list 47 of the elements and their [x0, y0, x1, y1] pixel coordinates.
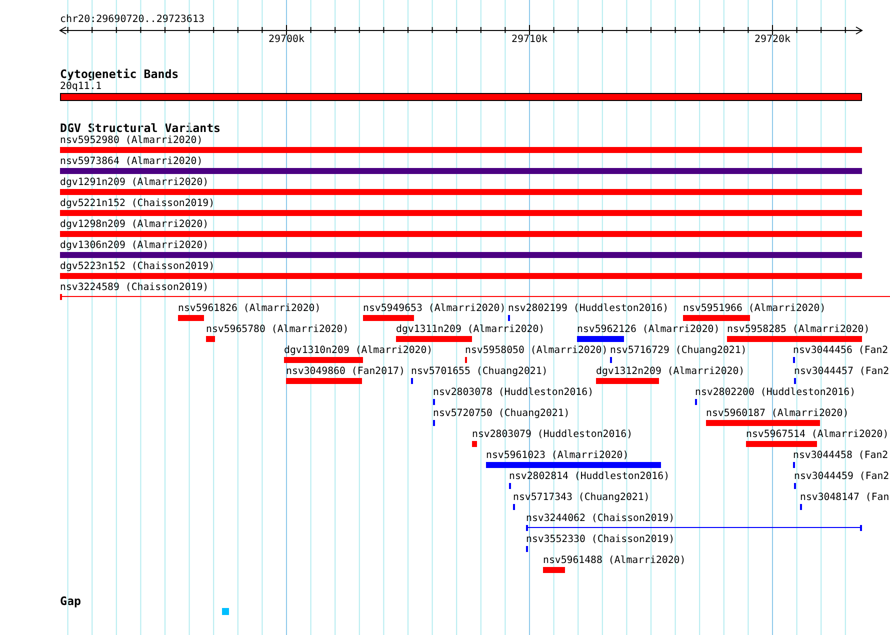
track-title: DGV Structural Variants	[60, 122, 221, 134]
feature-label: nsv3044456 (Fan2	[793, 344, 888, 356]
feature-label: nsv3044458 (Fan2	[793, 450, 888, 460]
feature-label: nsv3224589 (Chaisson2019)	[60, 282, 209, 292]
feature-label: nsv5962126 (Almarri2020)	[577, 324, 720, 334]
feature-label: nsv5958050 (Almarri2020)	[465, 344, 608, 356]
band-label: 20q11.1	[60, 80, 102, 92]
feature-label: dgv1291n209 (Almarri2020)	[60, 176, 209, 188]
feature-label: dgv1310n209 (Almarri2020)	[284, 344, 433, 356]
track-title: Cytogenetic Bands	[60, 68, 179, 80]
feature-label: nsv3244062 (Chaisson2019)	[526, 512, 675, 524]
feature-label: nsv2802814 (Huddleston2016)	[509, 470, 670, 482]
feature-label: nsv5949653 (Almarri2020)	[363, 302, 506, 314]
feature-label: nsv5717343 (Chuang2021)	[513, 492, 650, 502]
track-title: Gap	[60, 594, 81, 608]
feature-label: nsv3044457 (Fan2	[794, 366, 890, 376]
feature-label: dgv1311n209 (Almarri2020)	[396, 324, 545, 334]
feature-label: nsv5701655 (Chuang2021)	[411, 366, 548, 376]
feature-label: nsv5960187 (Almarri2020)	[706, 408, 849, 418]
feature-label: nsv2802200 (Huddleston2016)	[695, 386, 856, 398]
feature-label: nsv5952980 (Almarri2020)	[60, 134, 203, 146]
feature-label: nsv3552330 (Chaisson2019)	[526, 534, 675, 544]
feature-label: nsv5961023 (Almarri2020)	[486, 450, 629, 460]
tick-label: 29720k	[754, 34, 791, 46]
feature-label: dgv5223n152 (Chaisson2019)	[60, 260, 215, 272]
feature-label: nsv5965780 (Almarri2020)	[206, 324, 349, 334]
feature-label: nsv5961488 (Almarri2020)	[543, 554, 686, 566]
feature-label: dgv1298n209 (Almarri2020)	[60, 218, 209, 230]
feature-label: nsv5967514 (Almarri2020)	[746, 428, 889, 440]
feature-label: nsv5951966 (Almarri2020)	[683, 302, 826, 314]
feature-label: nsv5973864 (Almarri2020)	[60, 156, 203, 166]
feature-label: nsv2803079 (Huddleston2016)	[472, 428, 633, 440]
feature-label: nsv2803078 (Huddleston2016)	[433, 386, 594, 398]
feature-label: nsv5716729 (Chuang2021)	[610, 344, 747, 356]
feature-label: nsv5720750 (Chuang2021)	[433, 408, 570, 418]
feature-label: dgv1306n209 (Almarri2020)	[60, 240, 209, 250]
tick-label: 29700k	[268, 34, 305, 46]
location-label: chr20:29690720..29723613	[60, 14, 204, 26]
feature-label: dgv5221n152 (Chaisson2019)	[60, 198, 215, 208]
feature-label: nsv3044459 (Fan2	[794, 470, 890, 482]
feature-label: nsv5958285 (Almarri2020)	[727, 324, 870, 334]
tick-label: 29710k	[511, 34, 548, 46]
feature-label: nsv5961826 (Almarri2020)	[178, 302, 321, 314]
feature-label: dgv1312n209 (Almarri2020)	[596, 366, 745, 376]
feature-label: nsv3049860 (Fan2017)	[286, 366, 405, 376]
feature-label: nsv2802199 (Huddleston2016)	[508, 302, 669, 314]
feature-label: nsv3048147 (Fan	[800, 492, 890, 502]
